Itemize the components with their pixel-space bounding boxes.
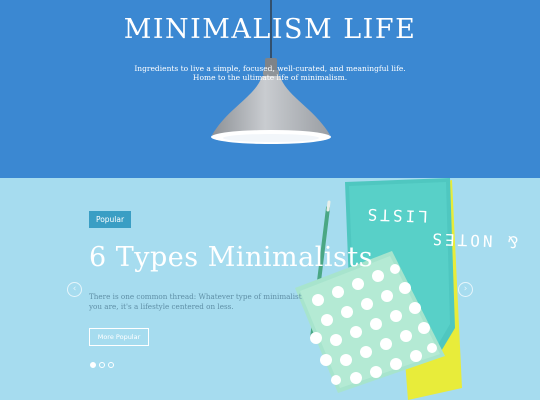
category-badge[interactable]: Popular [89, 211, 131, 228]
chevron-right-icon[interactable]: › [458, 282, 473, 297]
slide-description: There is one common thread: Whatever typ… [89, 292, 319, 312]
more-popular-button[interactable]: More Popular [89, 328, 149, 346]
featured-slider: LISTS & NOTES Popular 6 Types Minimalist… [0, 178, 540, 400]
notebook-text-1: LISTS [364, 205, 428, 226]
description-line-1: There is one common thread: Whatever typ… [89, 292, 302, 301]
chevron-left-icon[interactable]: ‹ [67, 282, 82, 297]
description-line-2: you are, it's a lifestyle centered on le… [89, 302, 234, 311]
slide-heading[interactable]: 6 Types Minimalists [89, 242, 373, 273]
site-title: MINIMALISM LIFE [123, 14, 417, 45]
tagline-line-2: Home to the ultimate life of minimalism. [192, 73, 348, 82]
slider-dot-2[interactable] [99, 362, 105, 368]
tagline-line-1: Ingredients to live a simple, focused, w… [134, 64, 406, 73]
hero-banner: MINIMALISM LIFE Ingredients to live a si… [0, 0, 540, 178]
slider-dot-3[interactable] [108, 362, 114, 368]
site-tagline: Ingredients to live a simple, focused, w… [0, 64, 540, 82]
notebook-text-2: & NOTES [429, 229, 518, 251]
slider-dot-1[interactable] [90, 362, 96, 368]
